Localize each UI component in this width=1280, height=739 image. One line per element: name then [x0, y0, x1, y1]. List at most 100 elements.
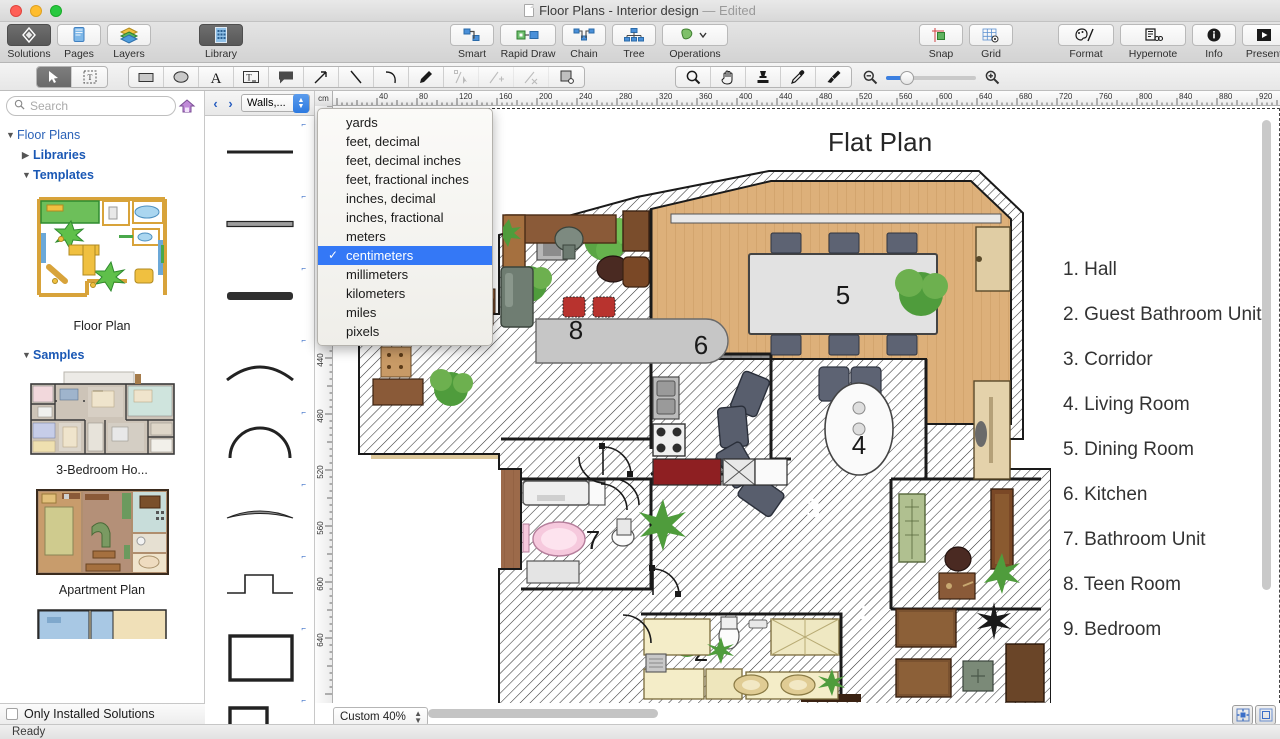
menu-label-millimeters: millimeters [346, 267, 409, 282]
arc-tool[interactable] [374, 67, 409, 87]
ribbon-button-snap[interactable]: Snap [916, 22, 966, 60]
zoom-slider-track[interactable] [886, 71, 976, 85]
ribbon-button-info[interactable]: Info [1189, 22, 1239, 60]
ribbon-button-smart[interactable]: Smart [447, 22, 497, 60]
menu-item-miles[interactable]: miles [318, 303, 492, 322]
tree-icon [612, 24, 656, 46]
search-input[interactable]: Search [6, 96, 176, 116]
zoom-slider-knob[interactable] [900, 71, 914, 85]
sample-thumb-3-bedroom[interactable]: 3-Bedroom Ho... [0, 371, 204, 477]
ribbon-button-solutions[interactable]: Solutions [4, 22, 54, 60]
chevron-left-icon[interactable]: ‹ [209, 96, 222, 111]
line-tool[interactable] [339, 67, 374, 87]
vertical-scroll-thumb[interactable] [1262, 120, 1271, 590]
hand-tool[interactable] [711, 67, 746, 87]
zoom-in-icon[interactable] [984, 69, 1000, 88]
canvas-vertical-scrollbar[interactable] [1262, 120, 1271, 680]
ribbon-button-layers[interactable]: Layers [104, 22, 154, 60]
stencil-shape-wall-arc-half[interactable]: ⌐ [205, 404, 314, 476]
ribbon-button-present[interactable]: Present [1239, 22, 1280, 60]
svg-text:920: 920 [1259, 92, 1273, 101]
pen-tool[interactable] [409, 67, 444, 87]
paint-brush-tool[interactable] [816, 67, 851, 87]
zoom-out-icon[interactable] [862, 69, 878, 88]
ribbon-button-tree[interactable]: Tree [609, 22, 659, 60]
disclosure-down-icon-templates[interactable]: ▼ [22, 170, 33, 180]
ribbon-button-hypernote[interactable]: Hypernote [1117, 22, 1189, 60]
stencil-shape-wall-straight-thin[interactable]: ⌐ [205, 116, 314, 188]
stepper-arrows-icon[interactable]: ▲ ▼ [293, 94, 309, 113]
menu-item-centimeters[interactable]: ✓ centimeters [318, 246, 492, 265]
stencil-panel: ‹ › Walls,... ▲ ▼ ⌐ ⌐ ⌐ ⌐ ⌐ ⌐ ⌐ ⌐ ⌐ [205, 91, 315, 739]
menu-item-meters[interactable]: meters [318, 227, 492, 246]
sample-thumb-apartment[interactable]: Apartment Plan [0, 489, 204, 597]
callout-tool[interactable] [269, 67, 304, 87]
arrow-tool[interactable] [304, 67, 339, 87]
svg-text:640: 640 [316, 633, 325, 647]
sidebar-item-floor-plans[interactable]: ▼ Floor Plans [0, 125, 204, 145]
disclosure-down-icon[interactable]: ▼ [6, 130, 17, 140]
menu-item-pixels[interactable]: pixels [318, 322, 492, 341]
zoom-stepper-icon[interactable]: ▲ ▼ [414, 710, 422, 725]
horizontal-scroll-thumb[interactable] [428, 709, 658, 718]
menu-item-feet-decimal[interactable]: feet, decimal [318, 132, 492, 151]
edit-point-tool[interactable] [444, 67, 479, 87]
disclosure-right-icon[interactable]: ▶ [22, 150, 33, 161]
fit-width-button[interactable] [1255, 705, 1276, 725]
ribbon-button-rapid-draw[interactable]: Rapid Draw [497, 22, 559, 60]
stencil-shape-room-rectangle[interactable]: ⌐ [205, 620, 314, 692]
stamp-tool[interactable] [746, 67, 781, 87]
menu-item-millimeters[interactable]: millimeters [318, 265, 492, 284]
text-tool[interactable]: A [199, 67, 234, 87]
ruler-unit-box[interactable]: cm [315, 91, 333, 106]
sidebar-item-samples[interactable]: ▼ Samples [0, 345, 204, 365]
horizontal-ruler[interactable]: 40 80 120 160 200 240 280 320 360 400 440 480 520 560… [315, 91, 1280, 106]
canvas-horizontal-scrollbar[interactable] [428, 709, 1188, 718]
ribbon-button-format[interactable]: Format [1055, 22, 1117, 60]
ribbon-button-chain[interactable]: Chain [559, 22, 609, 60]
clip-tool[interactable] [549, 67, 584, 87]
menu-item-feet-decimal-inches[interactable]: feet, decimal inches [318, 151, 492, 170]
units-dropdown-menu[interactable]: yards feet, decimal feet, decimal inches… [317, 108, 493, 346]
stencil-shape-wall-straight-thick[interactable]: ⌐ [205, 260, 314, 332]
svg-text:400: 400 [739, 92, 753, 101]
ribbon-button-pages[interactable]: Pages [54, 22, 104, 60]
chevron-right-icon[interactable]: › [224, 96, 237, 111]
home-solution-icon[interactable] [176, 96, 198, 116]
library-selector[interactable]: Walls,... ▲ ▼ [241, 94, 310, 113]
menu-item-inches-fractional[interactable]: inches, fractional [318, 208, 492, 227]
stencil-shape-wall-straight-double[interactable]: ⌐ [205, 188, 314, 260]
stencil-shape-wall-arc-thin[interactable]: ⌐ [205, 476, 314, 548]
rectangle-tool[interactable] [129, 67, 164, 87]
template-thumb-floor-plan[interactable]: Floor Plan [0, 195, 204, 333]
sidebar-label-samples: Samples [33, 348, 85, 362]
ribbon-button-operations[interactable]: Operations [659, 22, 731, 60]
eyedropper-tool[interactable] [781, 67, 816, 87]
menu-item-inches-decimal[interactable]: inches, decimal [318, 189, 492, 208]
ribbon-button-library[interactable]: Library [196, 22, 246, 60]
delete-point-tool[interactable] [514, 67, 549, 87]
ribbon-group-library: Library [196, 22, 246, 63]
zoom-tool[interactable] [676, 67, 711, 87]
svg-text:120: 120 [459, 92, 473, 101]
text-select-tool[interactable]: T [72, 67, 107, 87]
ribbon-button-grid[interactable]: Grid [966, 22, 1016, 60]
only-installed-checkbox[interactable] [6, 708, 18, 720]
add-point-tool[interactable] [479, 67, 514, 87]
fit-page-button[interactable] [1232, 705, 1253, 725]
menu-label-yards: yards [346, 115, 378, 130]
menu-item-feet-fractional-inches[interactable]: feet, fractional inches [318, 170, 492, 189]
disclosure-down-icon-samples[interactable]: ▼ [22, 350, 33, 360]
stencil-shape-wall-arc-shallow[interactable]: ⌐ [205, 332, 314, 404]
sample-thumb-partial[interactable] [0, 609, 204, 651]
svg-text:560: 560 [899, 92, 913, 101]
stencil-shape-wall-step[interactable]: ⌐ [205, 548, 314, 620]
menu-item-kilometers[interactable]: kilometers [318, 284, 492, 303]
sidebar-item-libraries[interactable]: ▶ Libraries [0, 145, 204, 165]
ellipse-tool[interactable] [164, 67, 199, 87]
text-block-tool[interactable]: T [234, 67, 269, 87]
menu-item-yards[interactable]: yards [318, 113, 492, 132]
sidebar-item-templates[interactable]: ▼ Templates [0, 165, 204, 185]
zoom-slider-control[interactable] [862, 69, 1002, 87]
pointer-tool[interactable] [37, 67, 72, 87]
